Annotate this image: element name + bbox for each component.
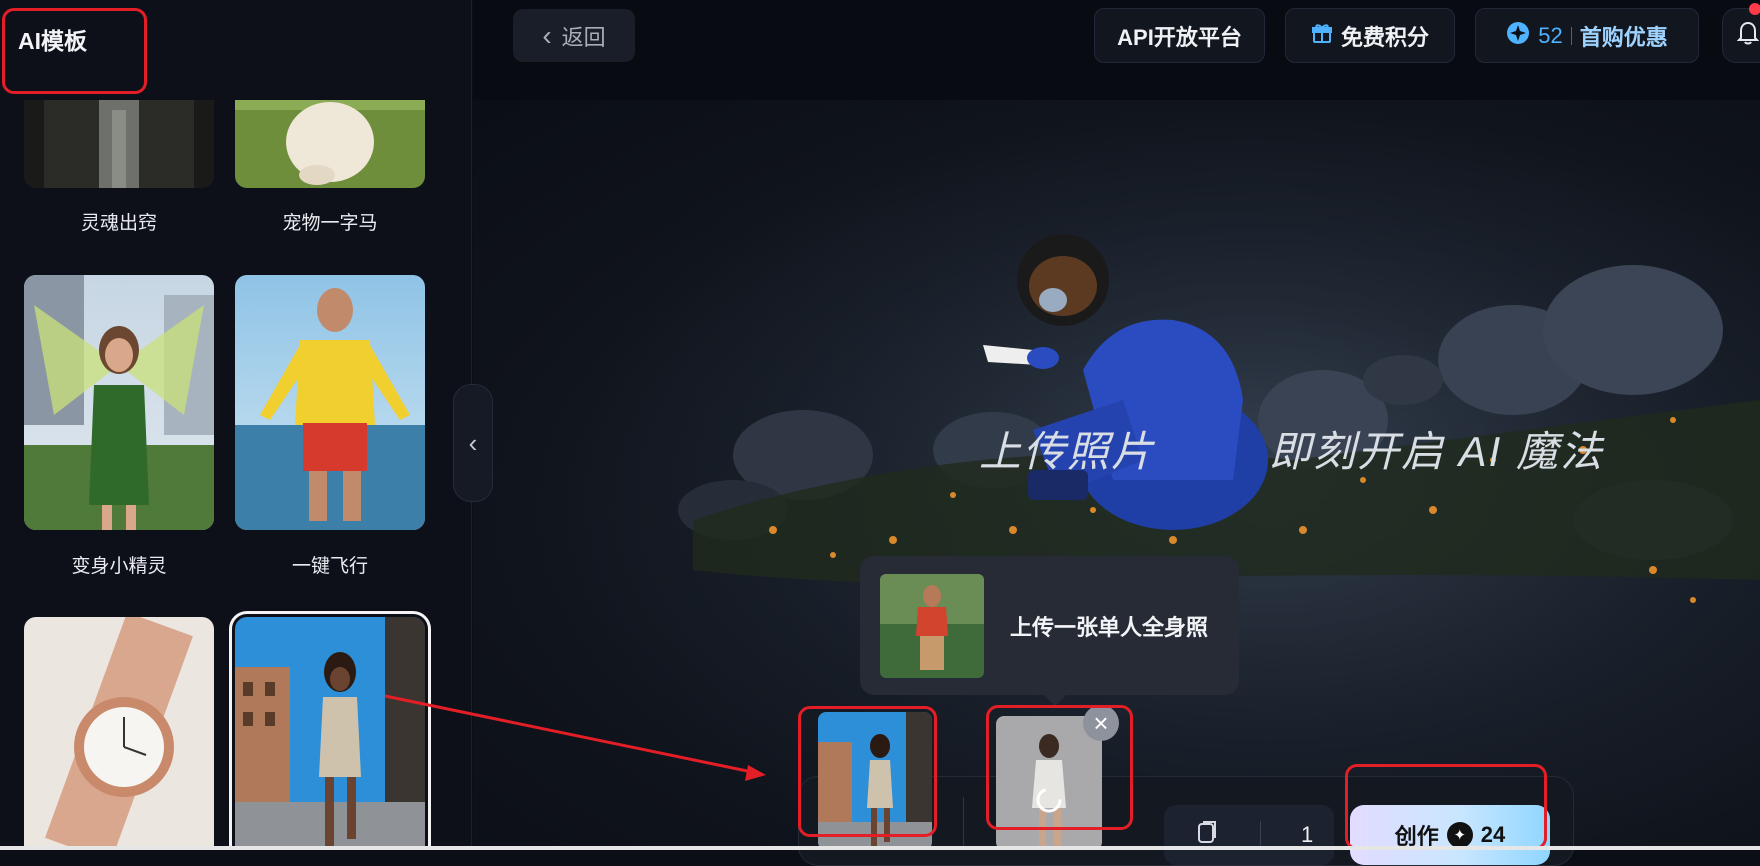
card-image: [235, 275, 425, 530]
template-card-fairy[interactable]: [24, 275, 214, 530]
template-sidebar: AI模板 灵魂出窍 宠物一字马 变身小精灵 一键飞行: [0, 0, 472, 850]
annotation-box-title: [2, 8, 147, 94]
notification-button[interactable]: [1722, 8, 1760, 63]
credits-button[interactable]: 52 首购优惠: [1475, 8, 1699, 63]
hero-text-left: 上传照片: [979, 428, 1156, 475]
template-card-pet-split-label: 宠物一字马: [282, 213, 378, 234]
output-count-value: 1: [1301, 822, 1314, 847]
template-card-flying-label: 一键飞行: [291, 556, 368, 577]
back-button[interactable]: ‹ 返回: [513, 9, 635, 62]
card-image: [24, 275, 214, 530]
annotation-box-template-thumb: [798, 706, 937, 837]
template-card-flying[interactable]: [235, 275, 425, 530]
window-bottom-edge: [0, 846, 1760, 850]
api-platform-label: API开放平台: [1117, 24, 1242, 50]
thumbnail-divider: [963, 797, 964, 850]
chevron-left-icon: ‹: [542, 19, 552, 51]
chevron-left-icon: ‹: [468, 427, 478, 458]
sidebar-collapse-button[interactable]: ‹: [453, 384, 493, 502]
divider: [1570, 26, 1572, 45]
example-photo: [880, 573, 984, 678]
annotation-box-create: [1345, 764, 1547, 850]
template-card-soul-label: 灵魂出窍: [80, 213, 157, 234]
template-card-street-walk[interactable]: [229, 611, 431, 850]
free-points-label: 免费积分: [1340, 24, 1429, 50]
gift-icon: [1311, 22, 1333, 50]
back-button-label: 返回: [561, 24, 606, 50]
bell-icon: [1736, 21, 1760, 51]
card-image: [235, 617, 425, 850]
divider: [1260, 821, 1261, 849]
card-image: [24, 617, 214, 850]
template-card-watch[interactable]: [24, 617, 214, 850]
output-count-selector[interactable]: 1: [1164, 805, 1334, 865]
api-platform-button[interactable]: API开放平台: [1094, 8, 1265, 63]
template-card-fairy-label: 变身小精灵: [71, 556, 167, 577]
hero-text-right: 即刻开启 AI 魔法: [1269, 428, 1605, 475]
upload-hint-text: 上传一张单人全身照: [1010, 614, 1209, 640]
first-purchase-promo: 首购优惠: [1579, 24, 1668, 50]
annotation-box-upload-thumb: [986, 705, 1133, 830]
star-icon: [1506, 21, 1530, 51]
upload-hint-tooltip: 上传一张单人全身照: [860, 556, 1239, 695]
credits-count: 52: [1538, 22, 1563, 48]
free-points-button[interactable]: 免费积分: [1285, 8, 1455, 63]
notification-badge: [1749, 3, 1760, 15]
